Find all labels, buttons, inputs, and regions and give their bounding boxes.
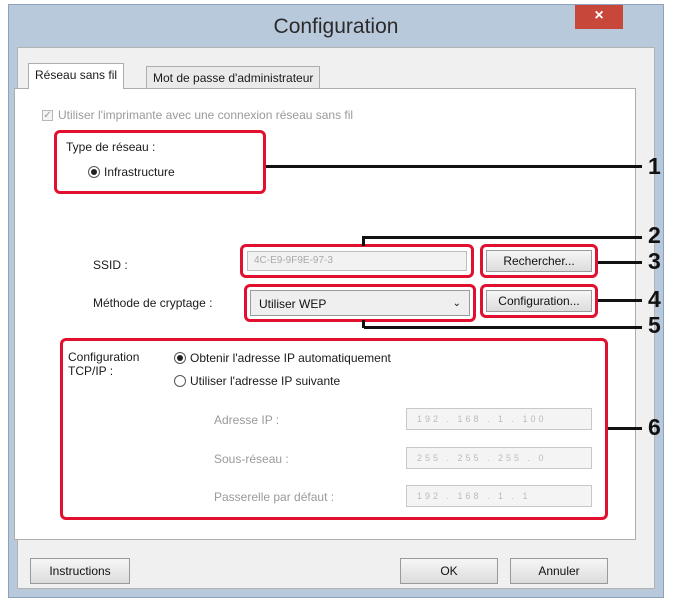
encryption-configuration-button[interactable]: Configuration... xyxy=(486,290,592,312)
gateway-label: Passerelle par défaut : xyxy=(214,490,335,504)
gateway-field[interactable]: 192 . 168 . 1 . 1 xyxy=(406,485,592,507)
use-wireless-checkbox[interactable]: ✓ xyxy=(42,110,53,121)
use-wireless-label: Utiliser l'imprimante avec une connexion… xyxy=(58,108,354,122)
callout-line-5-rise xyxy=(362,320,365,328)
cancel-button[interactable]: Annuler xyxy=(510,558,608,584)
network-type-label: Type de réseau : xyxy=(66,140,156,154)
callout-number-5: 5 xyxy=(648,312,661,338)
encryption-select[interactable]: Utiliser WEP ⌄ xyxy=(250,290,470,316)
callout-line-4 xyxy=(598,299,642,302)
ip-address-field[interactable]: 192 . 168 . 1 . 100 xyxy=(406,408,592,430)
window-title: Configuration xyxy=(273,15,399,38)
search-button[interactable]: Rechercher... xyxy=(486,250,592,272)
instructions-button[interactable]: Instructions xyxy=(30,558,130,584)
callout-line-3 xyxy=(598,261,642,264)
callout-number-1: 1 xyxy=(648,153,661,179)
callout-line-1 xyxy=(266,165,642,168)
ssid-input[interactable]: 4C-E9-9F9E-97-3 xyxy=(247,251,467,271)
callout-number-4: 4 xyxy=(648,286,661,312)
auto-ip-label: Obtenir l'adresse IP automatiquement xyxy=(190,351,391,365)
tab-admin-password[interactable]: Mot de passe d'administrateur xyxy=(146,66,321,90)
callout-number-2: 2 xyxy=(648,222,661,248)
encryption-label: Méthode de cryptage : xyxy=(93,296,213,310)
title-bar: Configuration × xyxy=(9,5,663,53)
chevron-down-icon: ⌄ xyxy=(452,298,461,309)
ip-address-label: Adresse IP : xyxy=(214,413,280,427)
callout-line-5 xyxy=(364,326,642,329)
subnet-field[interactable]: 255 . 255 . 255 . 0 xyxy=(406,447,592,469)
ssid-label: SSID : xyxy=(93,258,128,272)
close-button[interactable]: × xyxy=(575,5,623,29)
infrastructure-label: Infrastructure xyxy=(104,165,175,179)
subnet-label: Sous-réseau : xyxy=(214,452,289,466)
callout-line-6 xyxy=(608,427,642,430)
infrastructure-radio[interactable] xyxy=(88,166,100,178)
manual-ip-radio[interactable] xyxy=(174,375,186,387)
auto-ip-radio[interactable] xyxy=(174,352,186,364)
tab-wireless[interactable]: Réseau sans fil xyxy=(28,63,125,89)
tcpip-label: Configuration TCP/IP : xyxy=(68,350,140,378)
callout-line-2-drop xyxy=(362,236,365,246)
callout-line-2 xyxy=(364,236,642,239)
encryption-value: Utiliser WEP xyxy=(259,297,327,311)
callout-number-3: 3 xyxy=(648,248,661,274)
manual-ip-label: Utiliser l'adresse IP suivante xyxy=(190,374,341,388)
callout-number-6: 6 xyxy=(648,414,661,440)
ok-button[interactable]: OK xyxy=(400,558,498,584)
